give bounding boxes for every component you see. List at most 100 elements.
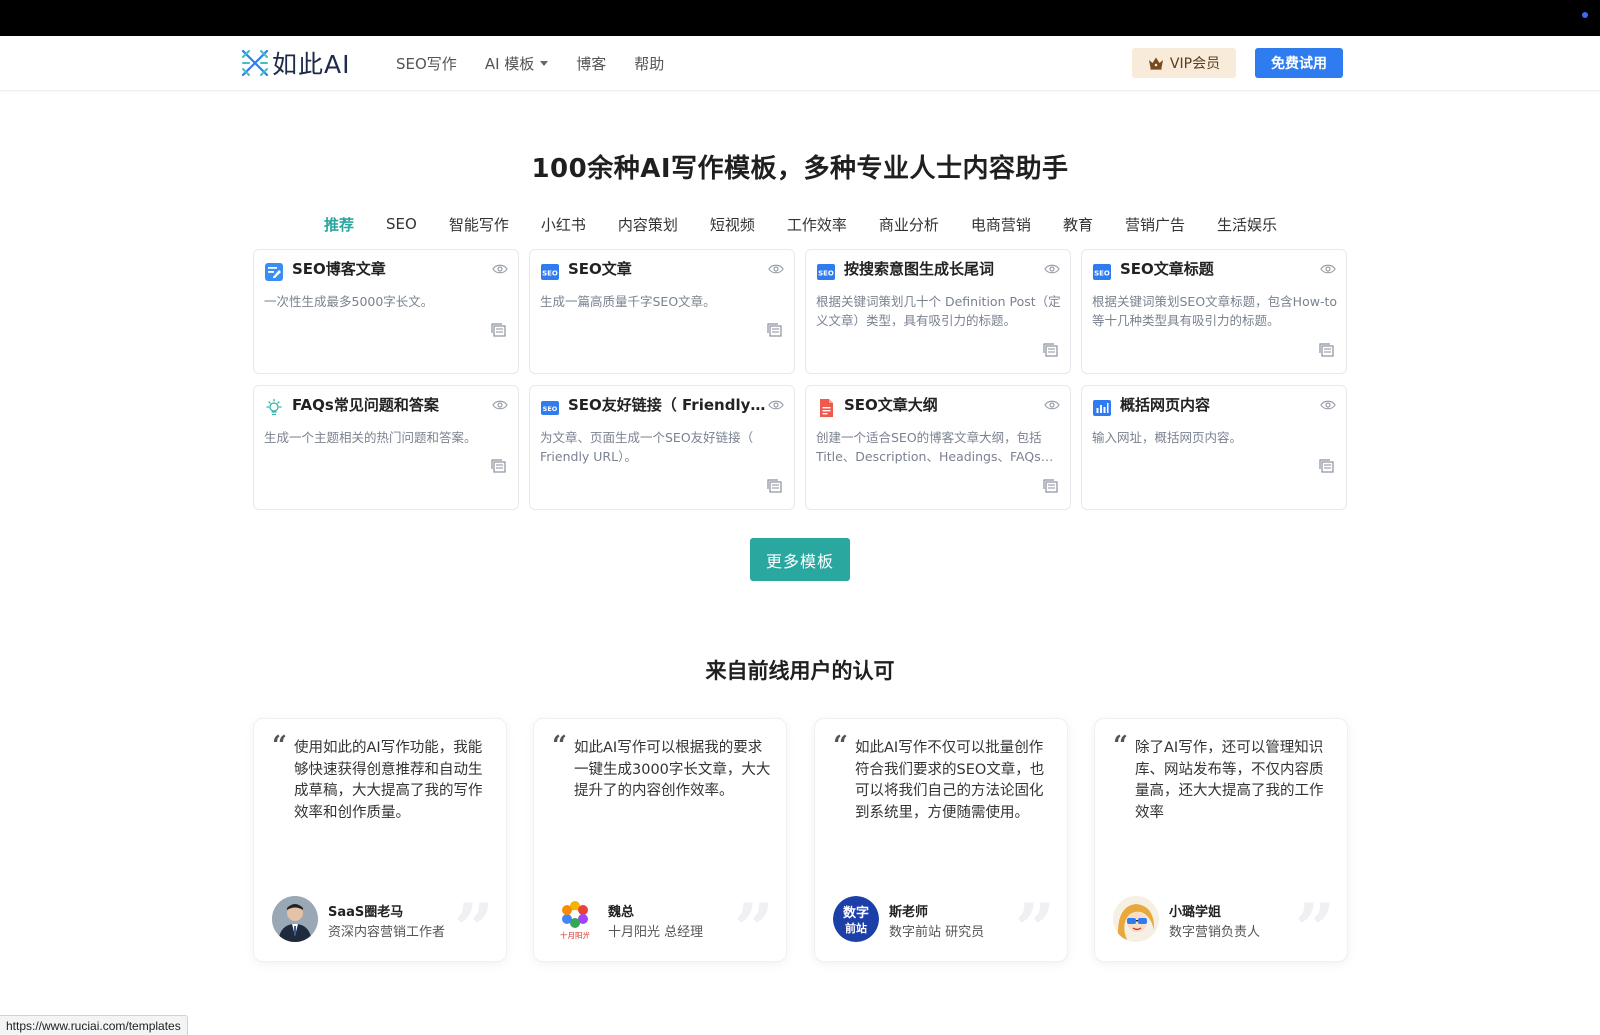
close-quote-icon: ” xyxy=(733,888,774,971)
person-avatar xyxy=(272,896,318,942)
template-card[interactable]: SEO SEO文章 生成一篇高质量千字SEO文章。 xyxy=(529,249,795,374)
template-title: SEO友好链接（ Friendly URL） xyxy=(568,396,768,414)
tab-smart-writing[interactable]: 智能写作 xyxy=(449,214,509,235)
template-card[interactable]: SEO文章大纲 创建一个适合SEO的博客文章大纲，包括Title、Descrip… xyxy=(805,385,1071,510)
main-menu: SEO写作 AI 模板 博客 帮助 xyxy=(396,36,692,91)
open-quote-icon: “ xyxy=(1113,731,1128,761)
open-quote-icon: “ xyxy=(552,731,567,761)
tab-education[interactable]: 教育 xyxy=(1063,214,1093,235)
copy-icon[interactable] xyxy=(491,323,506,337)
template-description: 一次性生成最多5000字长文。 xyxy=(264,294,434,309)
tab-work-efficiency[interactable]: 工作效率 xyxy=(787,214,847,235)
copy-icon[interactable] xyxy=(1043,479,1058,493)
testimonial-role: 资深内容营销工作者 xyxy=(328,925,446,940)
tab-xiaohongshu[interactable]: 小红书 xyxy=(541,214,586,235)
copy-icon[interactable] xyxy=(1043,343,1058,357)
testimonial-quote: 使用如此的AI写作功能，我能够快速获得创意推荐和自动生成草稿，大大提高了我的写作… xyxy=(294,740,483,821)
template-card[interactable]: SEO SEO文章标题 根据关键词策划SEO文章标题，包含How-to等十几种类… xyxy=(1081,249,1347,374)
eye-icon[interactable] xyxy=(1044,263,1060,275)
template-card[interactable]: FAQs常见问题和答案 生成一个主题相关的热门问题和答案。 xyxy=(253,385,519,510)
copy-icon[interactable] xyxy=(767,323,782,337)
close-quote-icon: ” xyxy=(1014,888,1055,971)
more-templates-label: 更多模板 xyxy=(765,551,834,571)
browser-top-bar xyxy=(0,0,1600,36)
copy-icon[interactable] xyxy=(1319,459,1334,473)
svg-text:SEO: SEO xyxy=(1094,270,1110,278)
template-card[interactable]: SEO博客文章 一次性生成最多5000字长文。 xyxy=(253,249,519,374)
testimonial-role: 数字营销负责人 xyxy=(1169,925,1261,940)
page-title: 100余种AI写作模板，多种专业人士内容助手 xyxy=(531,154,1069,184)
testimonial-quote: 如此AI写作不仅可以批量创作符合我们要求的SEO文章，也可以将我们自己的方法论固… xyxy=(855,740,1045,821)
open-quote-icon: “ xyxy=(833,731,848,761)
close-quote-icon: ” xyxy=(1294,888,1335,971)
tab-recommended[interactable]: 推荐 xyxy=(324,214,354,235)
svg-text:SEO: SEO xyxy=(543,405,558,413)
menu-item-label: SEO写作 xyxy=(396,55,457,73)
template-description: 根据关键词策划SEO文章标题，包含How-to等十几种类型具有吸引力的标题。 xyxy=(1092,294,1337,328)
close-quote-icon: ” xyxy=(453,888,494,971)
eye-icon[interactable] xyxy=(1320,263,1336,275)
template-description: 根据关键词策划几十个 Definition Post（定义文章）类型，具有吸引力… xyxy=(816,294,1061,328)
bar-chart-icon xyxy=(1093,400,1111,416)
eye-icon[interactable] xyxy=(1320,399,1336,411)
menu-item-label: AI 模板 xyxy=(484,55,535,73)
tab-short-video[interactable]: 短视频 xyxy=(710,214,755,235)
testimonial-card: “ 如此AI写作不仅可以批量创作符合我们要求的SEO文章，也可以将我们自己的方法… xyxy=(814,718,1068,971)
status-dot-icon xyxy=(1582,12,1588,18)
svg-text:十月阳光: 十月阳光 xyxy=(560,930,590,940)
more-templates-button[interactable]: 更多模板 xyxy=(750,538,850,581)
template-title: SEO文章大纲 xyxy=(844,396,938,414)
site-header: 如此AI SEO写作 AI 模板 博客 帮助 VIP会员 免费试用 xyxy=(0,36,1600,91)
menu-item-ai-templates[interactable]: AI 模板 xyxy=(484,53,549,74)
testimonials-title: 来自前线用户的认可 xyxy=(705,659,895,683)
svg-text:SEO: SEO xyxy=(818,270,834,278)
template-title: FAQs常见问题和答案 xyxy=(292,396,439,414)
testimonial-role: 数字前站 研究员 xyxy=(889,925,985,940)
document-icon xyxy=(820,399,833,417)
menu-item-seo-writing[interactable]: SEO写作 xyxy=(396,53,457,74)
testimonial-name: 斯老师 xyxy=(889,905,929,920)
testimonial-name: 魏总 xyxy=(608,905,635,920)
flower-logo-avatar: 十月阳光 xyxy=(552,896,598,942)
crown-icon xyxy=(1148,57,1163,70)
tab-content-planning[interactable]: 内容策划 xyxy=(618,214,678,235)
site-logo[interactable]: 如此AI xyxy=(240,47,350,79)
menu-item-blog[interactable]: 博客 xyxy=(576,53,606,74)
svg-text:数字: 数字 xyxy=(843,905,869,921)
menu-item-help[interactable]: 帮助 xyxy=(634,53,664,74)
tab-seo[interactable]: SEO xyxy=(386,215,417,233)
template-card[interactable]: SEO 按搜索意图生成长尾词 根据关键词策划几十个 Definition Pos… xyxy=(805,249,1071,374)
eye-icon[interactable] xyxy=(492,399,508,411)
eye-icon[interactable] xyxy=(1044,399,1060,411)
vip-label: VIP会员 xyxy=(1169,56,1221,72)
template-card[interactable]: 概括网页内容 输入网址，概括网页内容。 xyxy=(1081,385,1347,510)
tab-lifestyle[interactable]: 生活娱乐 xyxy=(1217,214,1277,235)
link-status-bar: https://www.ruciai.com/templates xyxy=(0,1015,188,1035)
vip-button[interactable]: VIP会员 xyxy=(1132,48,1236,78)
testimonial-card: “ 如此AI写作可以根据我的要求一键生成3000字长文章，大大提升了的内容创作效… xyxy=(533,718,787,971)
open-quote-icon: “ xyxy=(272,731,287,761)
template-title: SEO文章 xyxy=(568,260,632,278)
template-description: 输入网址，概括网页内容。 xyxy=(1092,430,1243,445)
free-trial-button[interactable]: 免费试用 xyxy=(1255,48,1343,78)
copy-icon[interactable] xyxy=(491,459,506,473)
copy-icon[interactable] xyxy=(767,479,782,493)
testimonial-role: 十月阳光 总经理 xyxy=(608,925,704,940)
tab-business-analysis[interactable]: 商业分析 xyxy=(879,214,939,235)
tab-marketing-ads[interactable]: 营销广告 xyxy=(1125,214,1185,235)
testimonial-card: “ 除了AI写作，还可以管理知识库、网站发布等，不仅内容质量高，还大大提高了我的… xyxy=(1094,718,1348,971)
eye-icon[interactable] xyxy=(492,263,508,275)
eye-icon[interactable] xyxy=(768,399,784,411)
testimonial-quote: 除了AI写作，还可以管理知识库、网站发布等，不仅内容质量高，还大大提高了我的工作… xyxy=(1135,740,1324,821)
menu-item-label: 博客 xyxy=(576,55,607,73)
template-card[interactable]: SEO SEO友好链接（ Friendly URL） 为文章、页面生成一个SEO… xyxy=(529,385,795,510)
copy-icon[interactable] xyxy=(1319,343,1334,357)
eye-icon[interactable] xyxy=(768,263,784,275)
seo-badge-icon: SEO xyxy=(541,264,559,280)
tab-ecommerce[interactable]: 电商营销 xyxy=(971,214,1031,235)
category-tabs: 推荐 SEO 智能写作 小红书 内容策划 短视频 工作效率 商业分析 电商营销 … xyxy=(324,210,1309,238)
seo-badge-icon: SEO xyxy=(817,264,835,280)
testimonial-name: SaaS圈老马 xyxy=(328,905,404,920)
svg-text:前站: 前站 xyxy=(845,921,867,935)
caret-down-icon xyxy=(540,61,549,66)
